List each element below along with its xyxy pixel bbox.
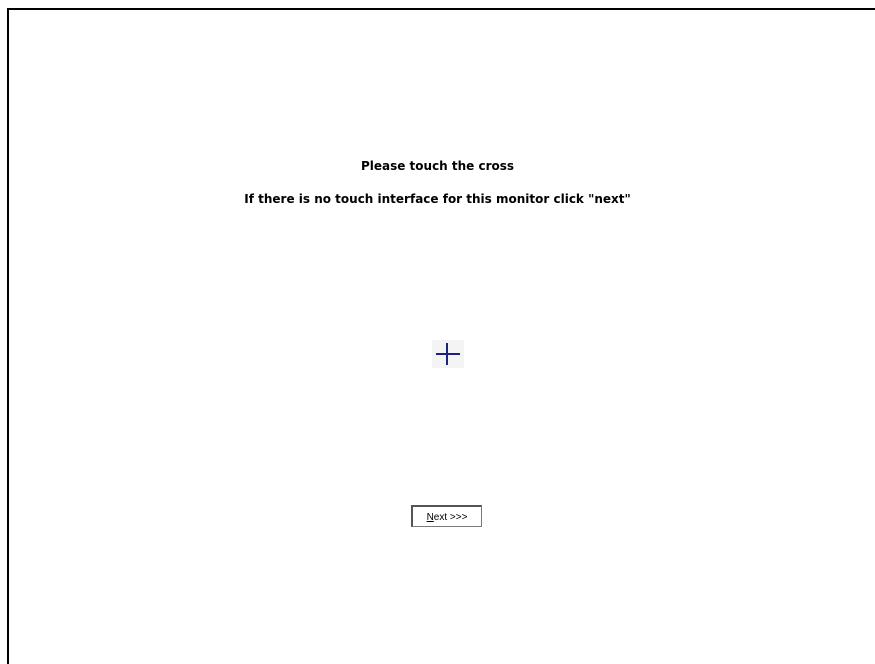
- crosshair-icon: [436, 343, 460, 365]
- calibration-cross-target[interactable]: [432, 340, 464, 368]
- next-button-mnemonic: N: [426, 512, 434, 523]
- instruction-secondary: If there is no touch interface for this …: [244, 192, 631, 206]
- instruction-primary: Please touch the cross: [360, 159, 515, 173]
- next-button-label: ext >>>: [433, 512, 468, 523]
- calibration-window: [7, 8, 875, 664]
- next-button[interactable]: Next >>>: [411, 505, 482, 527]
